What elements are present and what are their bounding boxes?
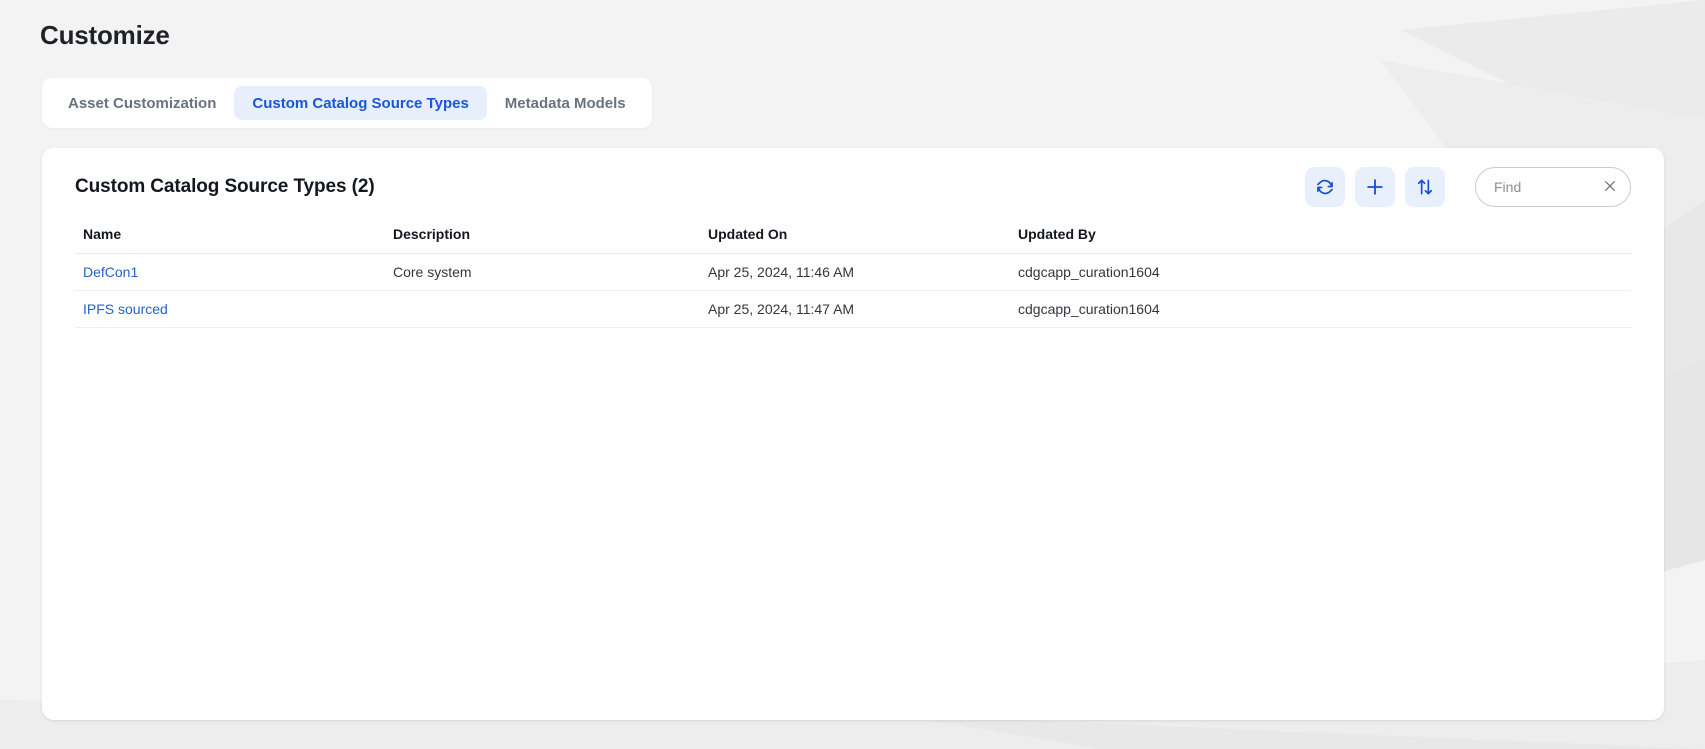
cell-name: IPFS sourced bbox=[75, 290, 385, 328]
custom-catalog-source-types-card: Custom Catalog Source Types (2) Find Nam… bbox=[42, 148, 1664, 720]
cell-updated-by: cdgcapp_curation1604 bbox=[1010, 253, 1631, 291]
table-body: DefCon1 Core system Apr 25, 2024, 11:46 … bbox=[75, 253, 1631, 328]
table-header-row: Name Description Updated On Updated By bbox=[75, 226, 1631, 254]
card-header: Custom Catalog Source Types (2) bbox=[42, 148, 1664, 226]
cell-description bbox=[385, 290, 700, 328]
row-name-link[interactable]: IPFS sourced bbox=[83, 301, 168, 317]
row-name-link[interactable]: DefCon1 bbox=[83, 264, 138, 280]
card-toolbar bbox=[1305, 167, 1631, 207]
column-header-name[interactable]: Name bbox=[75, 226, 385, 254]
cell-description: Core system bbox=[385, 253, 700, 291]
tab-custom-catalog-source-types[interactable]: Custom Catalog Source Types bbox=[234, 86, 487, 120]
cell-name: DefCon1 bbox=[75, 253, 385, 291]
sort-button[interactable] bbox=[1405, 167, 1445, 207]
plus-icon bbox=[1364, 176, 1386, 198]
tab-bar: Asset Customization Custom Catalog Sourc… bbox=[42, 78, 652, 128]
custom-catalog-source-types-table: Name Description Updated On Updated By D… bbox=[75, 226, 1631, 328]
refresh-button[interactable] bbox=[1305, 167, 1345, 207]
tab-asset-customization[interactable]: Asset Customization bbox=[50, 86, 234, 120]
search-clear-button[interactable] bbox=[1598, 176, 1622, 199]
table-row[interactable]: IPFS sourced Apr 25, 2024, 11:47 AM cdgc… bbox=[75, 290, 1631, 328]
column-header-updated-on[interactable]: Updated On bbox=[700, 226, 1010, 254]
table-header: Name Description Updated On Updated By bbox=[75, 226, 1631, 254]
cell-updated-on: Apr 25, 2024, 11:47 AM bbox=[700, 290, 1010, 328]
search-box[interactable] bbox=[1475, 167, 1631, 207]
refresh-icon bbox=[1315, 177, 1335, 197]
sort-arrows-icon bbox=[1415, 177, 1435, 197]
add-button[interactable] bbox=[1355, 167, 1395, 207]
cell-updated-on: Apr 25, 2024, 11:46 AM bbox=[700, 253, 1010, 291]
page-title: Customize bbox=[40, 20, 170, 50]
cell-updated-by: cdgcapp_curation1604 bbox=[1010, 290, 1631, 328]
column-header-description[interactable]: Description bbox=[385, 226, 700, 254]
card-title: Custom Catalog Source Types (2) bbox=[75, 176, 375, 197]
search-input[interactable] bbox=[1492, 178, 1598, 196]
close-icon bbox=[1602, 178, 1618, 197]
tab-metadata-models[interactable]: Metadata Models bbox=[487, 86, 644, 120]
table-container: Name Description Updated On Updated By D… bbox=[42, 226, 1664, 328]
column-header-updated-by[interactable]: Updated By bbox=[1010, 226, 1631, 254]
table-row[interactable]: DefCon1 Core system Apr 25, 2024, 11:46 … bbox=[75, 253, 1631, 291]
